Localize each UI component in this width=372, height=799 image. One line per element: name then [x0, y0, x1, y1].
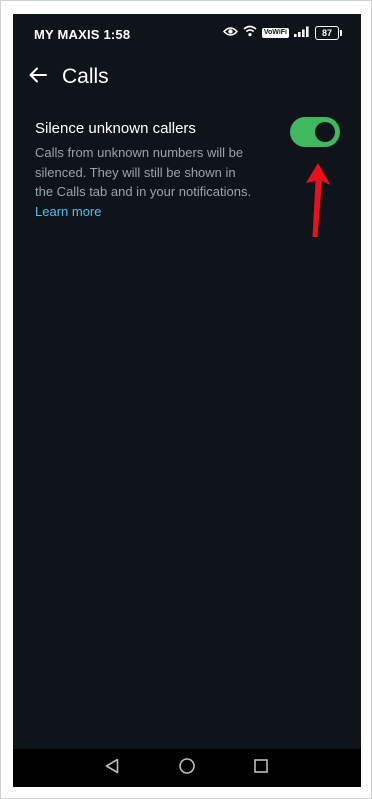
red-annotation-arrow-icon: [303, 157, 333, 242]
carrier-time: MY MAXIS 1:58: [34, 27, 131, 42]
arrow-left-icon: [29, 67, 47, 88]
setting-title: Silence unknown callers: [35, 120, 196, 137]
phone-screen: MY MAXIS 1:58 VoWiFi 87 Calls Silence un…: [13, 14, 361, 787]
nav-recents-button[interactable]: [251, 758, 271, 778]
home-circle-icon: [178, 757, 196, 780]
eye-icon: [222, 24, 238, 42]
wifi-icon: [243, 24, 257, 42]
back-triangle-icon: [105, 758, 119, 779]
signal-icon: [294, 24, 310, 42]
toggle-knob: [315, 122, 335, 142]
navigation-bar: [13, 749, 361, 787]
recents-square-icon: [253, 758, 269, 779]
back-button[interactable]: [23, 62, 53, 92]
nav-home-button[interactable]: [177, 757, 197, 780]
learn-more-link[interactable]: Learn more: [35, 204, 101, 219]
app-bar: Calls: [13, 58, 361, 98]
battery-icon: 87: [315, 26, 342, 40]
vowifi-badge: VoWiFi: [261, 28, 289, 38]
page-title: Calls: [62, 65, 109, 88]
status-bar: MY MAXIS 1:58 VoWiFi 87: [13, 14, 361, 52]
status-icons: VoWiFi 87: [222, 24, 342, 42]
nav-back-button[interactable]: [102, 758, 122, 778]
description-text: Calls from unknown numbers will be silen…: [35, 145, 252, 199]
silence-toggle-switch[interactable]: [290, 117, 340, 147]
screenshot-frame: MY MAXIS 1:58 VoWiFi 87 Calls Silence un…: [0, 0, 372, 799]
setting-description: Calls from unknown numbers will be silen…: [35, 143, 255, 221]
